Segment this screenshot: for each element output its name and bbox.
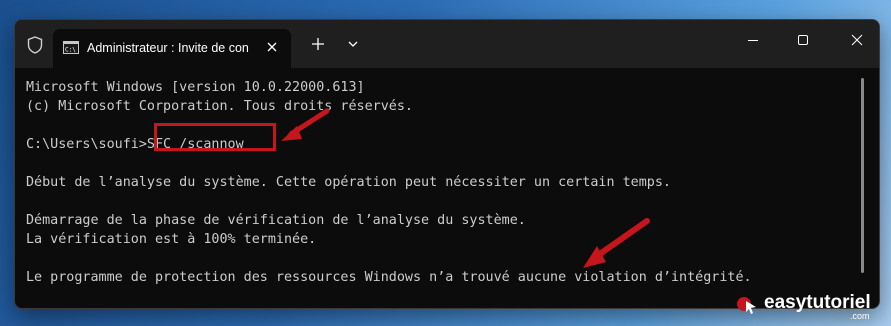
terminal-line: Début de l’analyse du système. Cette opé…: [26, 175, 671, 190]
scrollbar[interactable]: [861, 78, 864, 273]
close-tab-icon[interactable]: [265, 40, 279, 54]
terminal-line: (c) Microsoft Corporation. Tous droits r…: [26, 99, 413, 114]
terminal-line: Démarrage de la phase de vérification de…: [26, 213, 526, 228]
title-bar: C:\ Administrateur : Invite de con: [15, 20, 879, 68]
arrow-annotation-icon: [583, 218, 650, 268]
command-prompt-icon: C:\: [63, 41, 79, 54]
shield-icon: [27, 36, 43, 54]
tab-command-prompt[interactable]: C:\ Administrateur : Invite de con: [53, 29, 291, 68]
maximize-icon: [798, 35, 808, 45]
minimize-button[interactable]: [729, 20, 775, 60]
terminal-output[interactable]: Microsoft Windows [version 10.0.22000.61…: [26, 68, 854, 298]
new-tab-button[interactable]: [309, 35, 327, 53]
terminal-window: C:\ Administrateur : Invite de con Micro…: [14, 19, 880, 309]
command-highlight-box: [154, 123, 276, 151]
brand-suffix: .com: [850, 311, 870, 321]
close-button[interactable]: [833, 20, 879, 60]
watermark: easytutoriel .com: [736, 291, 886, 321]
terminal-line: La vérification est à 100% terminée.: [26, 232, 317, 247]
arrow-annotation-icon: [281, 108, 330, 141]
terminal-line: Microsoft Windows [version 10.0.22000.61…: [26, 80, 365, 95]
tab-title: Administrateur : Invite de con: [87, 41, 249, 55]
close-icon: [851, 34, 863, 46]
minimize-icon: [748, 40, 758, 41]
svg-text:C:\: C:\: [65, 47, 76, 54]
maximize-button[interactable]: [779, 20, 825, 60]
chevron-down-icon[interactable]: [345, 37, 361, 51]
pointer-icon: [737, 297, 756, 314]
